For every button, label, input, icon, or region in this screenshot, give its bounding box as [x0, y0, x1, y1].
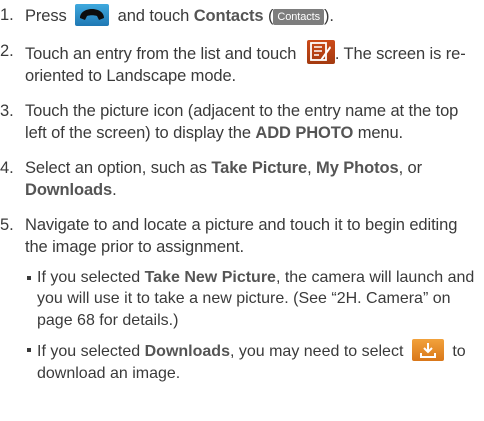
bullet-take-new-picture: If you selected Take New Picture, the ca… [0, 267, 480, 332]
step-number: 2. [0, 41, 14, 60]
step-text: Touch an entry from the list and touch [25, 44, 297, 63]
add-photo-label: ADD PHOTO [255, 124, 354, 142]
downloads-label: Downloads [25, 181, 113, 199]
my-photos-label: My Photos [316, 158, 399, 177]
phone-handset-icon [75, 4, 110, 26]
step-text: , or [398, 158, 423, 177]
step-1: 1. Press and touch Contacts (Contacts). [0, 4, 480, 28]
step-number: 5. [0, 215, 14, 234]
step-text: . [112, 181, 117, 199]
step-text: Press [25, 7, 67, 25]
step-number: 3. [0, 101, 14, 120]
step-5: 5. Navigate to and locate a picture and … [0, 214, 480, 259]
step-number: 4. [0, 158, 14, 177]
step-4: 4. Select an option, such as Take Pictur… [0, 157, 480, 202]
download-icon [411, 339, 444, 361]
bullet-text: If you selected [37, 268, 141, 286]
downloads-label: Downloads [144, 343, 230, 360]
bullet-downloads: If you selected Downloads, you may need … [0, 339, 480, 384]
step-3: 3. Touch the picture icon (adjacent to t… [0, 100, 480, 145]
take-picture-label: Take Picture [211, 158, 308, 177]
bullet-text: , you may need to select [229, 343, 404, 360]
step-2: 2. Touch an entry from the list and touc… [0, 39, 480, 88]
step-text: menu. [357, 124, 404, 142]
contacts-tab-chip: Contacts [273, 9, 325, 25]
step-text: Select an option, such as [25, 158, 207, 177]
bullet-text: If you selected [37, 343, 141, 360]
instruction-page: 1. Press and touch Contacts (Contacts). … [0, 0, 484, 421]
edit-contact-icon [306, 39, 335, 64]
bullet-marker [27, 275, 31, 280]
step-text: Navigate to and locate a picture and tou… [25, 215, 458, 257]
bullet-marker [27, 348, 31, 352]
contacts-label: Contacts [193, 7, 264, 25]
take-new-picture-label: Take New Picture [144, 268, 276, 286]
paren-close: ). [324, 7, 334, 25]
step-number: 1. [0, 6, 14, 24]
step-text: , [307, 158, 312, 177]
step-text: and touch [117, 7, 190, 25]
